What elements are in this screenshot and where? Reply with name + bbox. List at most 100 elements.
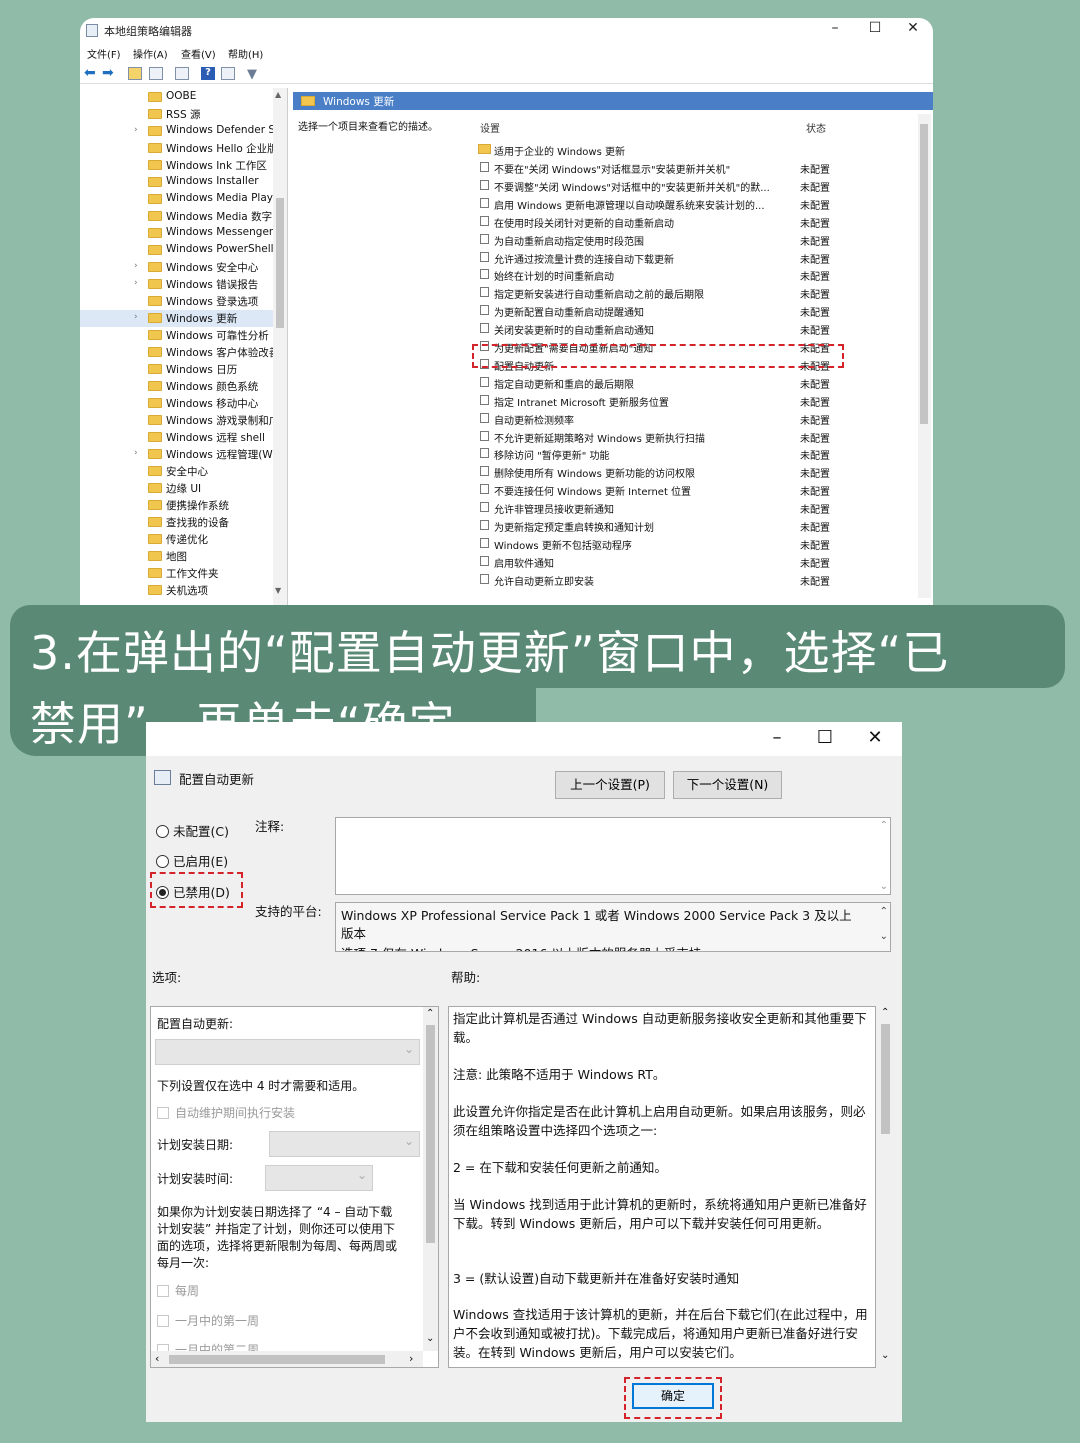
radio-not-configured[interactable]: 未配置(C) (156, 821, 229, 840)
up-folder-icon[interactable] (128, 67, 142, 80)
tree-item[interactable]: › Windows 远程管理(Wi (80, 446, 275, 463)
tree-item[interactable]: Windows 日历 (80, 361, 275, 378)
options-hscrollbar[interactable]: ‹ › (151, 1351, 423, 1367)
setting-row[interactable]: Windows 更新不包括驱动程序 未配置 (474, 534, 919, 552)
scroll-down-icon[interactable]: ⌄ (426, 1333, 434, 1344)
tree-item[interactable]: 查找我的设备 (80, 514, 275, 531)
tree-item[interactable]: RSS 源 (80, 106, 275, 123)
setting-row[interactable]: 移除访问 "暂停更新" 功能 未配置 (474, 444, 919, 462)
tree-item[interactable]: Windows 颜色系统 (80, 378, 275, 395)
checkbox-box[interactable] (157, 1285, 169, 1297)
minimize-button[interactable]: – (815, 20, 855, 36)
tree-item[interactable]: Windows Ink 工作区 (80, 157, 275, 174)
scrollbar-thumb[interactable] (169, 1355, 385, 1364)
expand-chevron-icon[interactable]: › (134, 125, 138, 135)
auto-update-mode-dropdown[interactable] (155, 1039, 420, 1065)
install-time-dropdown[interactable] (265, 1165, 373, 1191)
setting-row[interactable]: 指定 Intranet Microsoft 更新服务位置 未配置 (474, 391, 919, 409)
menu-action[interactable]: 操作(A) (133, 46, 168, 61)
scroll-up-icon[interactable]: ▲ (275, 90, 281, 99)
tree-item[interactable]: OOBE (80, 89, 275, 106)
scrollbar-thumb[interactable] (881, 1024, 890, 1134)
tree-item[interactable]: Windows 移动中心 (80, 395, 275, 412)
tree-item[interactable]: 关机选项 (80, 582, 275, 599)
tree-item[interactable]: › Windows 更新 (80, 310, 275, 327)
folder-row-enterprise[interactable]: 适用于企业的 Windows 更新 (474, 140, 919, 158)
dialog-close-button[interactable]: ✕ (852, 727, 898, 748)
tree-item[interactable]: Windows Installer (80, 174, 275, 191)
tree-item[interactable]: Windows 客户体验改善 (80, 344, 275, 361)
scrollbar-thumb[interactable] (276, 198, 284, 328)
dialog-minimize-button[interactable]: – (754, 727, 800, 748)
help-icon[interactable]: ? (201, 67, 215, 80)
tree-item[interactable]: 便携操作系统 (80, 497, 275, 514)
previous-setting-button[interactable]: 上一个设置(P) (555, 771, 665, 799)
tree-item[interactable]: › Windows 错误报告 (80, 276, 275, 293)
scroll-down-icon[interactable]: ⌄ (880, 931, 888, 942)
tree-item[interactable]: Windows PowerShell (80, 242, 275, 259)
weekly-checkbox[interactable]: 每周 (157, 1282, 199, 1299)
setting-row[interactable]: 启用软件通知 未配置 (474, 552, 919, 570)
dialog-maximize-button[interactable]: ☐ (802, 727, 848, 748)
tree-item[interactable]: › Windows Defender Sr (80, 123, 275, 140)
tree-item[interactable]: Windows Media 数字 (80, 208, 275, 225)
tree-scrollbar[interactable]: ▲ ▼ (273, 88, 287, 608)
scrollbar-thumb[interactable] (426, 1025, 435, 1243)
menu-view[interactable]: 查看(V) (181, 46, 216, 61)
tree-item[interactable]: Windows 登录选项 (80, 293, 275, 310)
help-vscrollbar[interactable]: ⌃ ⌄ (878, 1006, 893, 1368)
checkbox-box[interactable] (157, 1315, 169, 1327)
checkbox-box[interactable] (157, 1107, 169, 1119)
scroll-up-icon[interactable]: ⌃ (426, 1008, 434, 1019)
forward-arrow-icon[interactable]: ➡ (102, 66, 116, 80)
setting-row[interactable]: 允许通过按流量计费的连接自动下载更新 未配置 (474, 248, 919, 266)
menu-file[interactable]: 文件(F) (87, 46, 121, 61)
setting-row[interactable]: 关闭安装更新时的自动重新启动通知 未配置 (474, 319, 919, 337)
expand-chevron-icon[interactable]: › (134, 448, 138, 458)
setting-row[interactable]: 指定更新安装进行自动重新启动之前的最后期限 未配置 (474, 283, 919, 301)
scroll-up-icon[interactable]: ⌃ (881, 1007, 889, 1018)
tree-item[interactable]: 边缘 UI (80, 480, 275, 497)
scroll-up-icon[interactable]: ⌃ (880, 906, 888, 917)
setting-row[interactable]: 允许非管理员接收更新通知 未配置 (474, 498, 919, 516)
menu-help[interactable]: 帮助(H) (228, 46, 263, 61)
tree-item[interactable]: 工作文件夹 (80, 565, 275, 582)
column-header-setting[interactable]: 设置 (480, 120, 500, 135)
setting-row[interactable]: 始终在计划的时间重新启动 未配置 (474, 265, 919, 283)
setting-row[interactable]: 自动更新检测频率 未配置 (474, 409, 919, 427)
setting-row[interactable]: 不要连接任何 Windows 更新 Internet 位置 未配置 (474, 480, 919, 498)
tree-item[interactable]: 地图 (80, 548, 275, 565)
scroll-left-icon[interactable]: ‹ (155, 1352, 159, 1365)
expand-chevron-icon[interactable]: › (134, 261, 138, 271)
radio-circle[interactable] (156, 825, 169, 838)
tree-item[interactable]: Windows 远程 shell (80, 429, 275, 446)
first-week-checkbox[interactable]: 一月中的第一周 (157, 1312, 259, 1329)
tree-item[interactable]: Windows Media Playe (80, 191, 275, 208)
tree-item[interactable]: › Windows 安全中心 (80, 259, 275, 276)
radio-enabled[interactable]: 已启用(E) (156, 851, 228, 870)
next-setting-button[interactable]: 下一个设置(N) (673, 771, 782, 799)
tree-item[interactable]: Windows Hello 企业版 (80, 140, 275, 157)
setting-row[interactable]: 允许自动更新立即安装 未配置 (474, 570, 919, 588)
comment-textarea[interactable]: ⌃ ⌄ (335, 817, 891, 895)
setting-row[interactable]: 不要调整"关闭 Windows"对话框中的"安装更新并关机"的默... 未配置 (474, 176, 919, 194)
setting-row[interactable]: 为自动重新启动指定使用时段范围 未配置 (474, 230, 919, 248)
scroll-down-icon[interactable]: ⌄ (881, 1350, 889, 1361)
filter-icon[interactable]: ▼ (247, 67, 261, 82)
properties-icon[interactable] (221, 67, 235, 80)
setting-row[interactable]: 为更新配置自动重新启动提醒通知 未配置 (474, 301, 919, 319)
expand-chevron-icon[interactable]: › (134, 312, 138, 322)
tree-item[interactable]: Windows Messenger (80, 225, 275, 242)
export-list-icon[interactable] (175, 67, 189, 80)
setting-row[interactable]: 不允许更新延期策略对 Windows 更新执行扫描 未配置 (474, 427, 919, 445)
back-arrow-icon[interactable]: ⬅ (84, 66, 98, 80)
options-vscrollbar[interactable]: ⌃ ⌄ (423, 1007, 438, 1351)
setting-row[interactable]: 启用 Windows 更新电源管理以自动唤醒系统来安装计划的... 未配置 (474, 194, 919, 212)
radio-circle[interactable] (156, 855, 169, 868)
scroll-right-icon[interactable]: › (409, 1352, 413, 1365)
tree-item[interactable]: 安全中心 (80, 463, 275, 480)
install-day-dropdown[interactable] (269, 1131, 420, 1157)
setting-row[interactable]: 在使用时段关闭针对更新的自动重新启动 未配置 (474, 212, 919, 230)
maximize-button[interactable]: ☐ (855, 20, 895, 36)
close-button[interactable]: ✕ (893, 20, 933, 36)
